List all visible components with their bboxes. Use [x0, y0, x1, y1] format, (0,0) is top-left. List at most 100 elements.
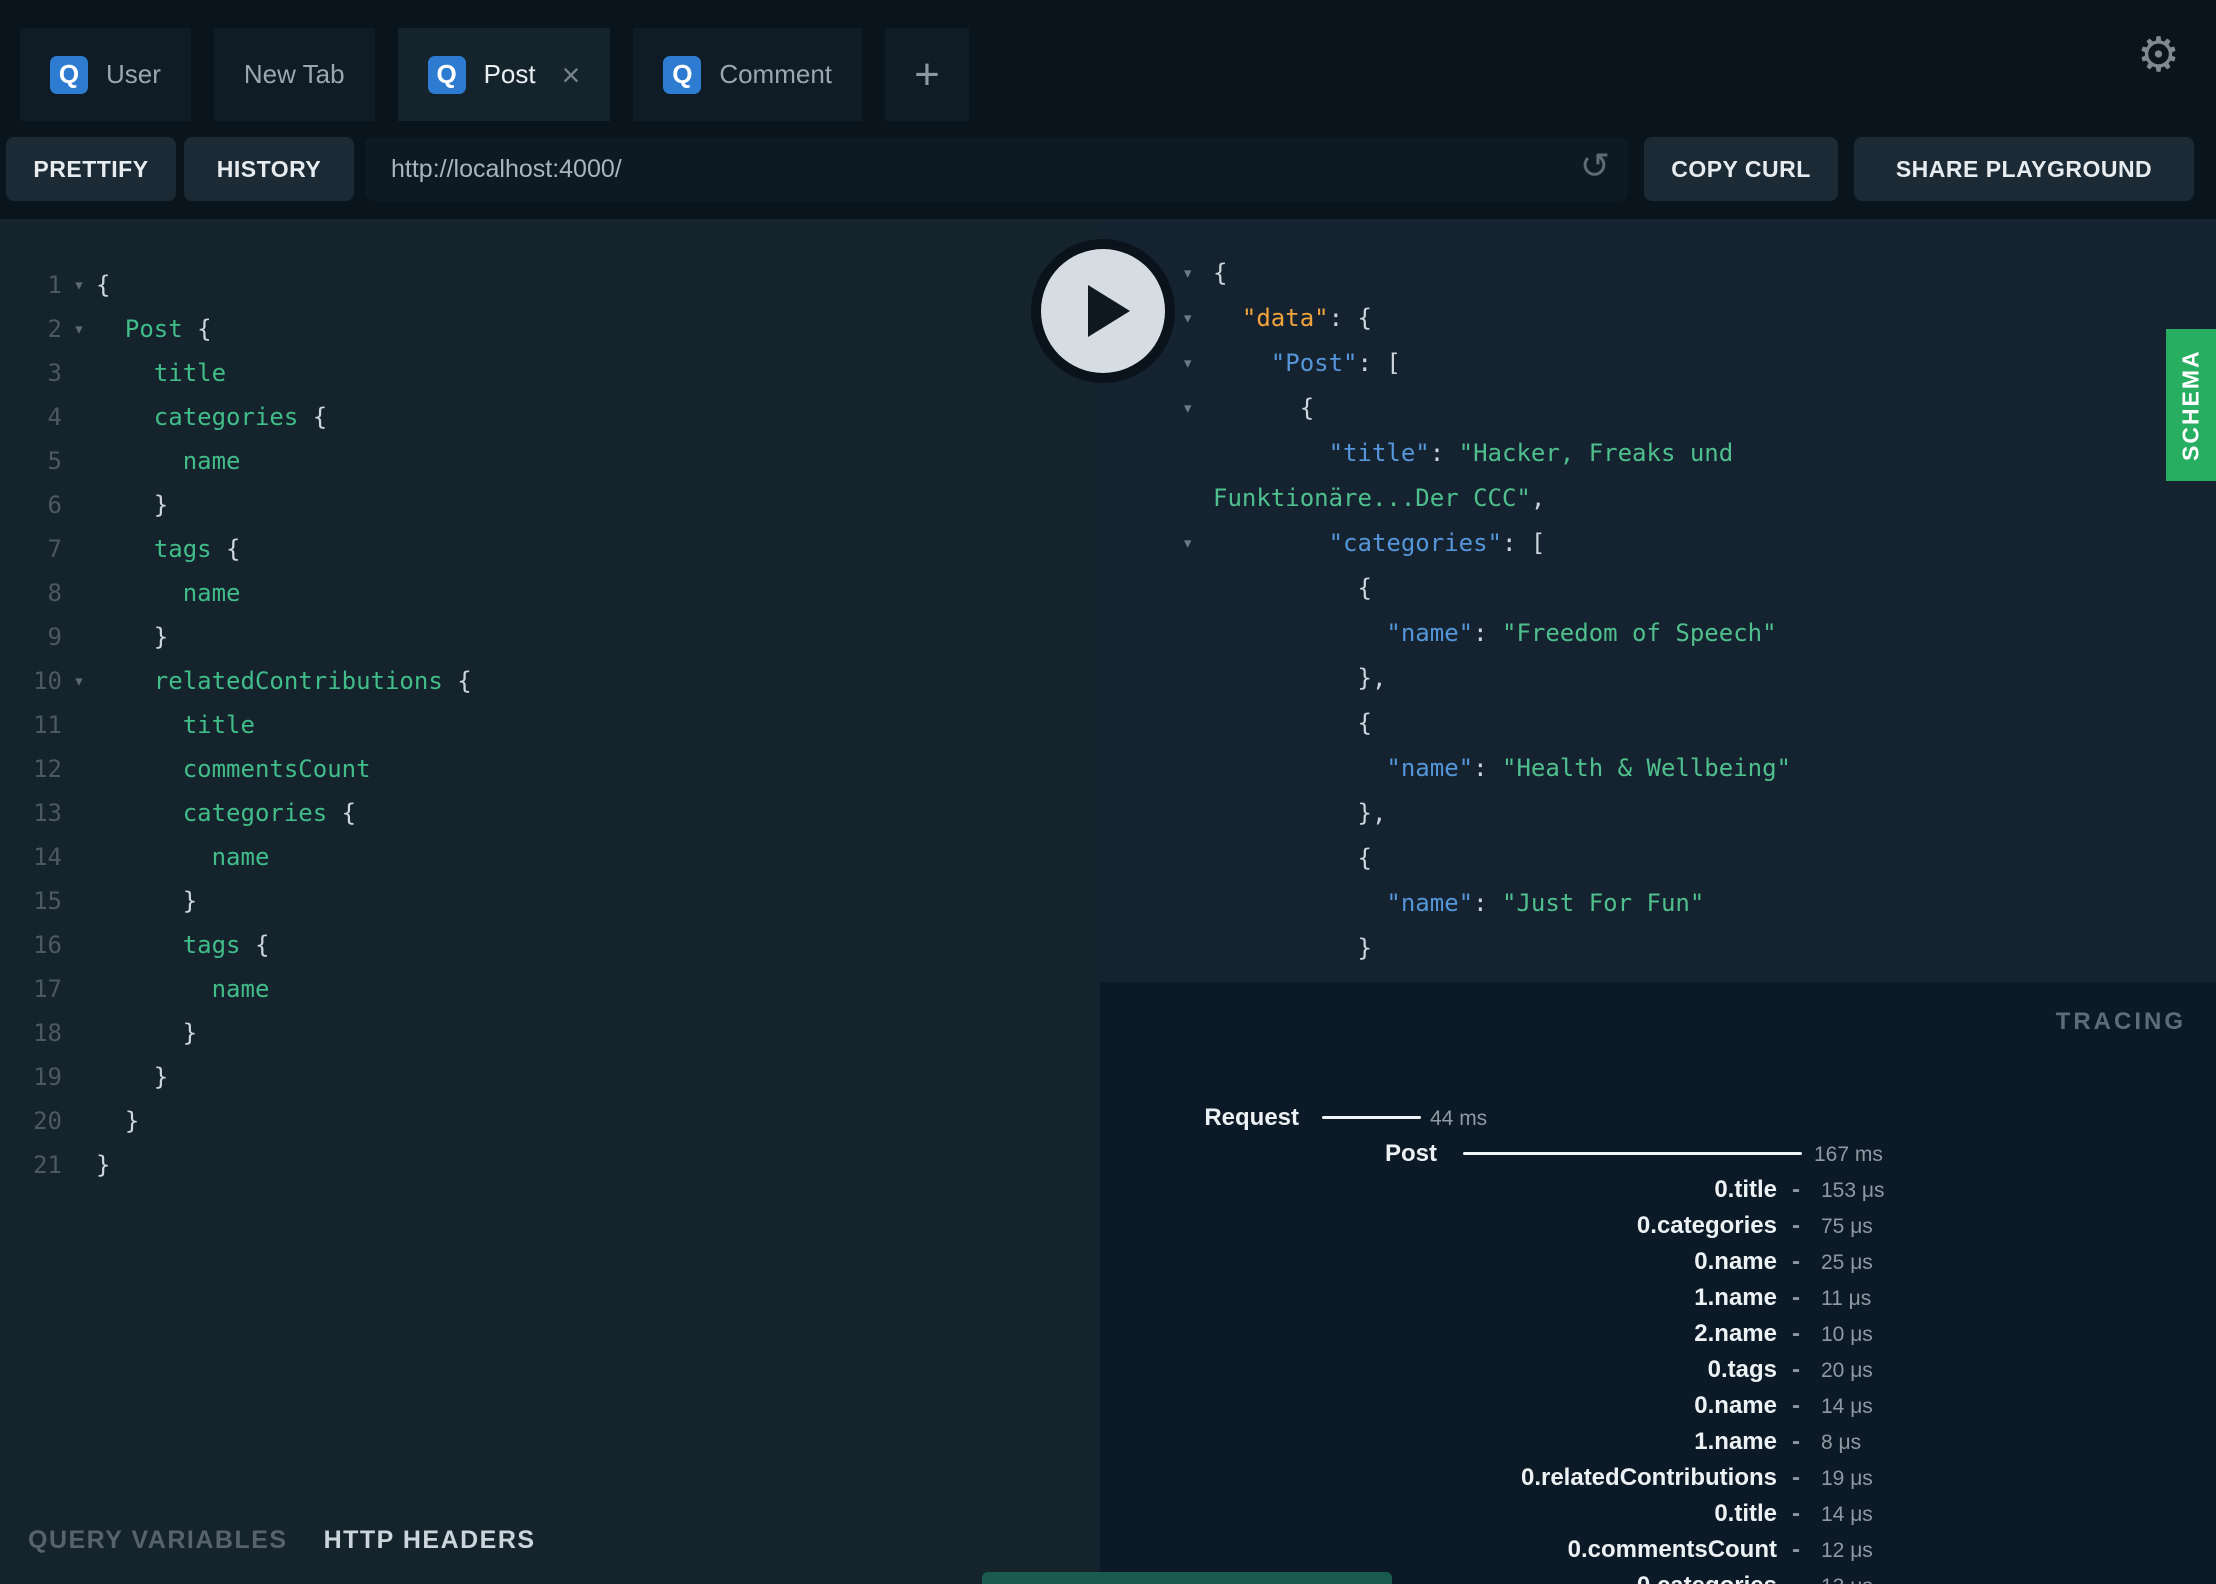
code-line: 14 name: [0, 835, 1100, 879]
fold-arrow-icon[interactable]: ▾: [1182, 251, 1193, 296]
trace-label: 0.title: [1714, 1176, 1777, 1203]
trace-row: 0.commentsCount -12 μs: [1100, 1532, 2216, 1568]
endpoint-url-input[interactable]: [365, 137, 1628, 201]
line-number: 21: [33, 1151, 62, 1179]
trace-dash: -: [1792, 1284, 1800, 1311]
fold-arrow-icon[interactable]: ▾: [62, 307, 96, 351]
code-text: tags {: [96, 535, 241, 563]
code-line: },: [1100, 656, 2216, 701]
fold-arrow-icon[interactable]: ▾: [1182, 521, 1193, 566]
line-number: 7: [47, 535, 62, 563]
prettify-button[interactable]: PRETTIFY: [6, 137, 176, 201]
line-number: 20: [33, 1107, 62, 1135]
fold-arrow-icon[interactable]: ▾: [62, 659, 96, 703]
line-number: 15: [33, 887, 62, 915]
code-line: {: [1100, 836, 2216, 881]
copy-curl-button[interactable]: COPY CURL: [1644, 137, 1838, 201]
fold-column: [62, 967, 96, 1011]
tab-new-tab[interactable]: New Tab: [213, 28, 375, 121]
clipped-element: [982, 1572, 1392, 1584]
editor-footer: QUERY VARIABLES HTTP HEADERS: [0, 1496, 1100, 1584]
code-line: ]: [1100, 971, 2216, 982]
close-icon[interactable]: ×: [562, 59, 581, 91]
execute-query-button[interactable]: [1041, 249, 1165, 373]
code-line: 20 }: [0, 1099, 1100, 1143]
query-editor-pane[interactable]: 1 ▾{2 ▾ Post {3 title 4 categories {5 name 6…: [0, 219, 1100, 1584]
code-line: 16 tags {: [0, 923, 1100, 967]
code-line: 4 categories {: [0, 395, 1100, 439]
code-line: 18 }: [0, 1011, 1100, 1055]
schema-tab[interactable]: SCHEMA: [2166, 329, 2216, 481]
tab-user[interactable]: Q User: [20, 28, 191, 121]
line-number: 8: [47, 579, 62, 607]
line-number: 14: [33, 843, 62, 871]
code-text: {: [1213, 394, 1315, 422]
tab-post[interactable]: Q Post ×: [397, 28, 611, 121]
fold-arrow-icon[interactable]: ▾: [1182, 341, 1193, 386]
trace-dash: -: [1792, 1176, 1800, 1203]
share-playground-button[interactable]: SHARE PLAYGROUND: [1854, 137, 2194, 201]
code-line: }: [1100, 926, 2216, 971]
trace-dash: -: [1792, 1212, 1800, 1239]
add-tab-button[interactable]: +: [885, 28, 970, 121]
line-number: 10: [33, 667, 62, 695]
reload-endpoint-icon[interactable]: ↺: [1580, 148, 1610, 184]
code-line: 2 ▾ Post {: [0, 307, 1100, 351]
code-line: "name": "Just For Fun": [1100, 881, 2216, 926]
code-text: name: [96, 579, 241, 607]
fold-arrow-icon[interactable]: ▾: [1182, 386, 1193, 431]
trace-duration-bar: [1463, 1152, 1802, 1155]
code-text: {: [1213, 844, 1372, 872]
fold-arrow-icon[interactable]: ▾: [1182, 296, 1193, 341]
trace-row: Request 44 ms: [1100, 1100, 2216, 1136]
fold-arrow-icon[interactable]: ▾: [62, 263, 96, 307]
query-code: 1 ▾{2 ▾ Post {3 title 4 categories {5 name 6…: [0, 263, 1100, 1187]
code-text: "name": "Freedom of Speech": [1386, 619, 1777, 647]
settings-gear-icon[interactable]: ⚙: [2137, 32, 2180, 80]
line-number: 6: [47, 491, 62, 519]
trace-label: 1.name: [1694, 1284, 1777, 1311]
tab-comment[interactable]: Q Comment: [633, 28, 863, 121]
fold-column: [62, 879, 96, 923]
line-number: 3: [47, 359, 62, 387]
trace-row: 1.name -11 μs: [1100, 1280, 2216, 1316]
trace-dash: -: [1792, 1500, 1800, 1527]
code-text: }: [96, 1107, 140, 1135]
trace-duration: 11 μs: [1821, 1287, 1872, 1310]
trace-dash: -: [1792, 1320, 1800, 1347]
http-headers-tab[interactable]: HTTP HEADERS: [324, 1526, 536, 1555]
trace-label: 2.name: [1694, 1320, 1777, 1347]
fold-column: [62, 923, 96, 967]
code-line: 10 ▾ relatedContributions {: [0, 659, 1100, 703]
code-text: "data": {: [1241, 304, 1372, 332]
trace-duration: 44 ms: [1430, 1107, 1488, 1130]
trace-dash: -: [1792, 1428, 1800, 1455]
trace-duration: 14 μs: [1821, 1395, 1873, 1418]
trace-duration: 13 μs: [1821, 1568, 1873, 1584]
trace-label: 0.title: [1714, 1500, 1777, 1527]
code-text: {: [1213, 574, 1372, 602]
fold-column: [62, 1143, 96, 1187]
code-line: 9 }: [0, 615, 1100, 659]
code-text: categories {: [96, 799, 357, 827]
trace-dash: -: [1792, 1356, 1800, 1383]
trace-label: 0.relatedContributions: [1520, 1464, 1777, 1491]
code-text: name: [96, 975, 270, 1003]
fold-column: [62, 835, 96, 879]
code-text: title: [96, 359, 227, 387]
tab-bar-tabs: Q User New Tab Q Post × Q Comment +: [20, 28, 970, 121]
graphql-playground: Q User New Tab Q Post × Q Comment + ⚙ PRETTIFY H…: [0, 0, 2216, 1584]
trace-row: 1.name -8 μs: [1100, 1424, 2216, 1460]
line-number: 12: [33, 755, 62, 783]
trace-duration: 8 μs: [1821, 1431, 1862, 1454]
trace-label: Post: [1384, 1140, 1437, 1167]
trace-row: 0.title -153 μs: [1100, 1172, 2216, 1208]
query-variables-tab[interactable]: QUERY VARIABLES: [28, 1526, 288, 1555]
code-line: 15 }: [0, 879, 1100, 923]
code-text: }: [96, 1019, 198, 1047]
history-button[interactable]: HISTORY: [184, 137, 354, 201]
code-line: "name": "Health & Wellbeing": [1100, 746, 2216, 791]
trace-duration: 10 μs: [1821, 1323, 1873, 1346]
trace-duration: 25 μs: [1821, 1251, 1873, 1274]
trace-label: 0.categories: [1636, 1212, 1777, 1239]
